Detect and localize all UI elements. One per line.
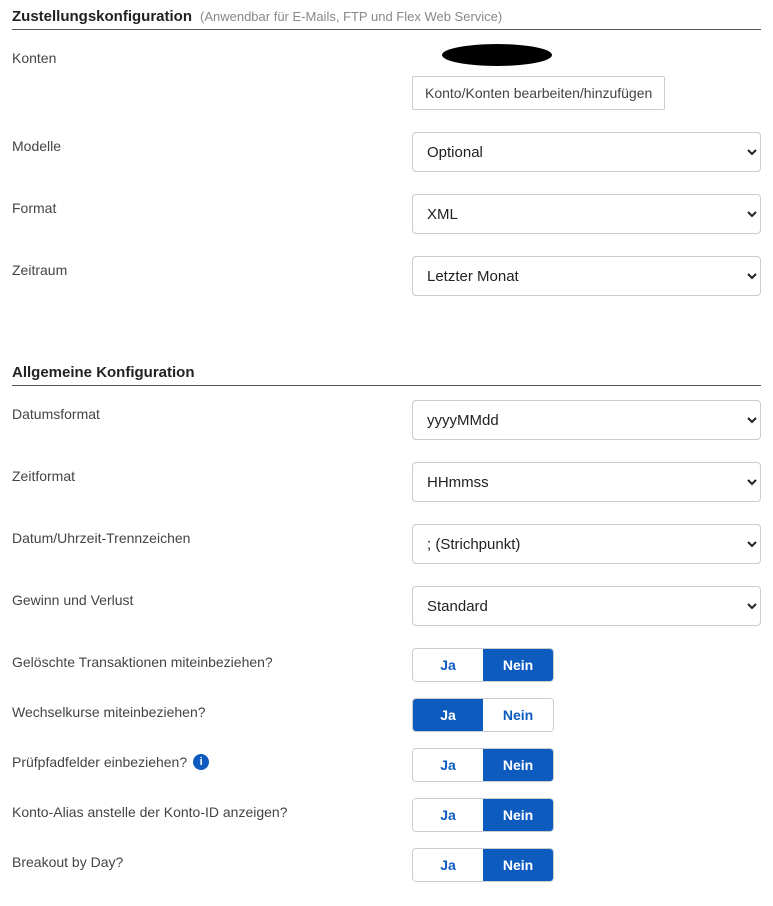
fx-rates-row: Wechselkurse miteinbeziehen? Ja Nein — [12, 698, 761, 732]
period-select[interactable]: Letzter Monat — [412, 256, 761, 296]
pnl-row: Gewinn und Verlust Standard — [12, 586, 761, 626]
breakout-day-toggle: Ja Nein — [412, 848, 554, 882]
audit-fields-row: Prüfpfadfelder einbeziehen? i Ja Nein — [12, 748, 761, 782]
general-section-header: Allgemeine Konfiguration — [12, 364, 761, 386]
general-section-title: Allgemeine Konfiguration — [12, 364, 195, 381]
audit-fields-yes-button[interactable]: Ja — [413, 749, 483, 781]
date-format-label: Datumsformat — [12, 400, 412, 422]
account-alias-row: Konto-Alias anstelle der Konto-ID anzeig… — [12, 798, 761, 832]
deleted-tx-row: Gelöschte Transaktionen miteinbeziehen? … — [12, 648, 761, 682]
time-format-label: Zeitformat — [12, 462, 412, 484]
delivery-section-title: Zustellungskonfiguration — [12, 8, 192, 25]
models-label: Modelle — [12, 132, 412, 154]
format-label: Format — [12, 194, 412, 216]
accounts-redacted-value — [442, 44, 552, 66]
account-alias-no-button[interactable]: Nein — [483, 799, 553, 831]
delivery-section-subtitle: (Anwendbar für E-Mails, FTP und Flex Web… — [200, 9, 502, 24]
period-row: Zeitraum Letzter Monat — [12, 256, 761, 296]
deleted-tx-yes-button[interactable]: Ja — [413, 649, 483, 681]
audit-fields-toggle: Ja Nein — [412, 748, 554, 782]
account-alias-label: Konto-Alias anstelle der Konto-ID anzeig… — [12, 798, 412, 820]
time-format-select[interactable]: HHmmss — [412, 462, 761, 502]
fx-rates-yes-button[interactable]: Ja — [413, 699, 483, 731]
pnl-select[interactable]: Standard — [412, 586, 761, 626]
deleted-tx-label: Gelöschte Transaktionen miteinbeziehen? — [12, 648, 412, 670]
models-select[interactable]: Optional — [412, 132, 761, 172]
breakout-day-label: Breakout by Day? — [12, 848, 412, 870]
format-row: Format XML — [12, 194, 761, 234]
datetime-sep-label: Datum/Uhrzeit-Trennzeichen — [12, 524, 412, 546]
fx-rates-no-button[interactable]: Nein — [483, 699, 553, 731]
accounts-label: Konten — [12, 44, 412, 66]
breakout-day-row: Breakout by Day? Ja Nein — [12, 848, 761, 882]
account-alias-toggle: Ja Nein — [412, 798, 554, 832]
breakout-day-no-button[interactable]: Nein — [483, 849, 553, 881]
time-format-row: Zeitformat HHmmss — [12, 462, 761, 502]
accounts-row: Konten Konto/Konten bearbeiten/hinzufüge… — [12, 44, 761, 110]
format-select[interactable]: XML — [412, 194, 761, 234]
delivery-section-header: Zustellungskonfiguration (Anwendbar für … — [12, 8, 761, 30]
models-row: Modelle Optional — [12, 132, 761, 172]
audit-fields-no-button[interactable]: Nein — [483, 749, 553, 781]
pnl-label: Gewinn und Verlust — [12, 586, 412, 608]
datetime-sep-select[interactable]: ; (Strichpunkt) — [412, 524, 761, 564]
breakout-day-yes-button[interactable]: Ja — [413, 849, 483, 881]
fx-rates-label: Wechselkurse miteinbeziehen? — [12, 698, 412, 720]
deleted-tx-toggle: Ja Nein — [412, 648, 554, 682]
edit-accounts-button[interactable]: Konto/Konten bearbeiten/hinzufügen — [412, 76, 665, 110]
period-label: Zeitraum — [12, 256, 412, 278]
deleted-tx-no-button[interactable]: Nein — [483, 649, 553, 681]
fx-rates-toggle: Ja Nein — [412, 698, 554, 732]
date-format-row: Datumsformat yyyyMMdd — [12, 400, 761, 440]
datetime-sep-row: Datum/Uhrzeit-Trennzeichen ; (Strichpunk… — [12, 524, 761, 564]
audit-fields-label: Prüfpfadfelder einbeziehen? — [12, 754, 187, 770]
account-alias-yes-button[interactable]: Ja — [413, 799, 483, 831]
info-icon[interactable]: i — [193, 754, 209, 770]
date-format-select[interactable]: yyyyMMdd — [412, 400, 761, 440]
